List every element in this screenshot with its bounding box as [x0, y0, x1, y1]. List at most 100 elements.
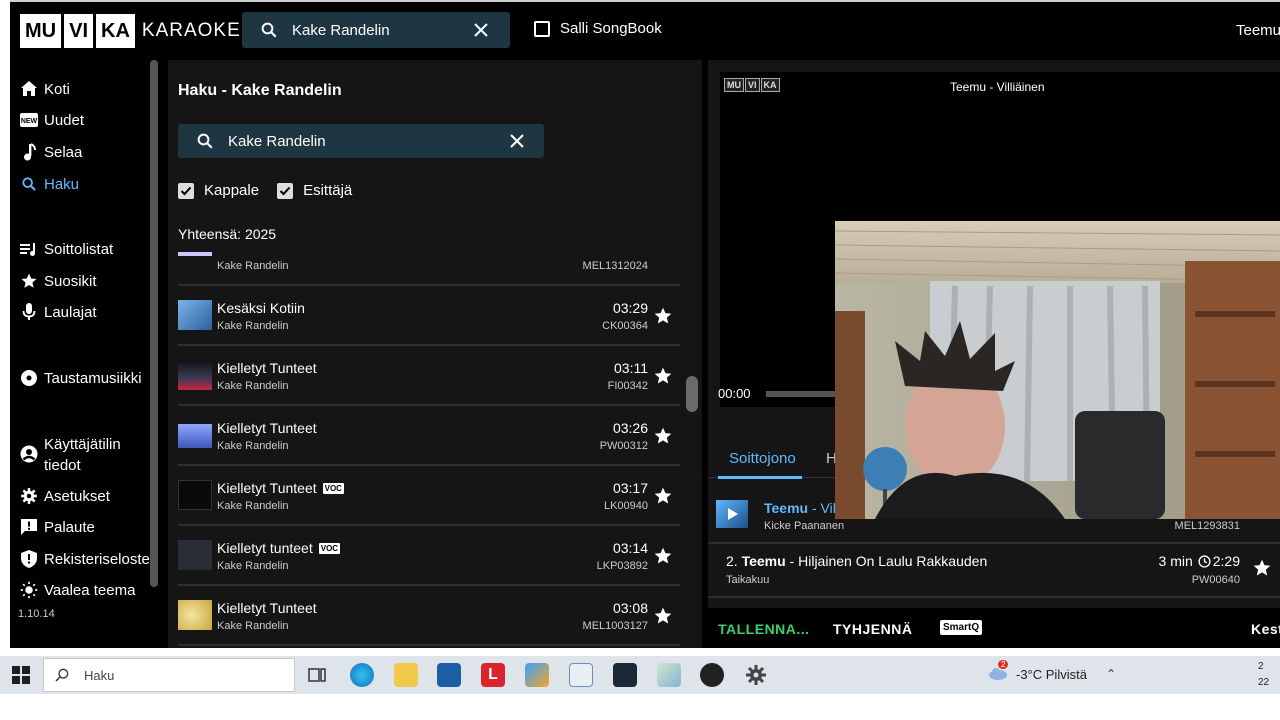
list-item[interactable]: Kielletyt tunteet VOC Kake Randelin 03:14… — [178, 526, 680, 586]
clock-date: 22 — [1258, 677, 1270, 688]
now-playing-title: Teemu - Villiäinen — [950, 80, 1045, 94]
voc-badge: VOC — [318, 542, 341, 554]
below-screen-area — [0, 694, 1280, 720]
sidebar-item-taustamusiikki[interactable]: Taustamusiikki — [20, 369, 142, 387]
sidebar-item-rekisteriseloste[interactable]: Rekisteriseloste — [20, 550, 150, 568]
song-thumbnail — [178, 300, 212, 330]
player-logo-part: VI — [745, 78, 760, 92]
list-item[interactable]: Kielletyt Tunteet VOC Kake Randelin 03:17… — [178, 466, 680, 526]
svg-text:NEW: NEW — [21, 118, 38, 125]
top-search-input[interactable]: Kake Randelin — [242, 12, 510, 48]
sidebar-item-label: Haku — [44, 175, 80, 193]
taskbar-search-placeholder: Haku — [84, 667, 115, 683]
tab-soittojono[interactable]: Soittojono — [729, 450, 796, 467]
steam-icon[interactable] — [613, 663, 637, 687]
song-artist: Kake Randelin — [217, 320, 289, 332]
kappale-checkbox[interactable] — [178, 182, 194, 199]
taskbar-search-input[interactable]: Haku — [43, 658, 295, 692]
search-icon — [20, 175, 38, 193]
list-item[interactable]: Kake Randelin MEL1312024 — [178, 252, 680, 286]
filter-esittaja[interactable]: Esittäjä — [277, 182, 352, 199]
esittaja-checkbox[interactable] — [277, 182, 294, 199]
top-search-value[interactable]: Kake Randelin — [292, 22, 474, 39]
sidebar-item-label: Käyttäjätilin — [44, 436, 121, 453]
chevron-up-icon[interactable]: ⌃ — [1106, 667, 1116, 681]
result-count: Yhteensä: 2025 — [178, 226, 277, 242]
queue-actions: TALLENNA... TYHJENNÄ SmartQ Kest — [708, 608, 1280, 648]
list-item[interactable]: Kielletyt Tunteet Kake Randelin 03:08 ME… — [178, 586, 680, 646]
sidebar-scrollbar-thumb[interactable] — [150, 60, 158, 587]
list-item[interactable]: Kesäksi Kotiin Kake Randelin 03:29 CK003… — [178, 286, 680, 346]
task-view-icon[interactable] — [305, 663, 329, 687]
songbook-checkbox[interactable] — [534, 20, 550, 37]
edge-browser-icon[interactable] — [350, 663, 374, 687]
file-explorer-icon[interactable] — [394, 663, 418, 687]
sidebar-item-label: Laulajat — [44, 303, 97, 321]
settings-gear-icon[interactable] — [744, 663, 768, 687]
search-icon — [197, 133, 213, 149]
sidebar-item-uudet[interactable]: NEW Uudet — [20, 111, 84, 129]
favorite-star-icon[interactable] — [1252, 558, 1272, 578]
result-list: Kake Randelin MEL1312024 Kesäksi Kotiin … — [178, 252, 680, 648]
song-artist: Kake Randelin — [217, 440, 289, 452]
song-title: Kesäksi Kotiin — [217, 300, 305, 316]
list-item[interactable]: Kielletyt Tunteet Kake Randelin 03:11 FI… — [178, 346, 680, 406]
save-queue-button[interactable]: TALLENNA... — [718, 621, 810, 637]
voc-badge: VOC — [322, 482, 344, 494]
results-scrollbar-thumb[interactable] — [686, 376, 698, 412]
favorite-star-icon[interactable] — [653, 426, 673, 446]
clock[interactable]: 2 22 — [1258, 659, 1269, 691]
smartq-button[interactable]: SmartQ — [940, 620, 983, 635]
list-item[interactable]: Kielletyt Tunteet Kake Randelin 03:26 PW… — [178, 406, 680, 466]
sidebar-item-vaalea-teema[interactable]: Vaalea teema — [20, 581, 135, 599]
logo-part-ka: KA — [96, 14, 135, 48]
system-tray[interactable]: ⌃ — [1106, 667, 1116, 681]
mu-vi-ka-logo[interactable]: MU VI KA KARAOKE — [20, 14, 241, 48]
song-duration: 03:11 — [614, 360, 648, 376]
sidebar-item-haku[interactable]: Haku — [20, 175, 79, 193]
disc-icon — [20, 369, 38, 387]
song-duration: 03:14 — [612, 540, 648, 556]
notepad-icon[interactable] — [569, 663, 593, 687]
sidebar-item-asetukset[interactable]: Asetukset — [20, 487, 110, 505]
kesto-button[interactable]: Kest — [1251, 621, 1280, 637]
favorite-star-icon[interactable] — [653, 486, 673, 506]
sidebar-item-kayttajatilin-tiedot[interactable]: Käyttäjätilin tiedot — [20, 434, 121, 476]
feedback-icon — [20, 518, 38, 536]
sidebar-scrollbar[interactable] — [150, 60, 158, 587]
logo-part-mu: MU — [20, 14, 62, 48]
search-input[interactable]: Kake Randelin — [178, 124, 544, 158]
sidebar-item-soittolistat[interactable]: Soittolistat — [20, 240, 113, 258]
weather-widget[interactable]: 2 -3°C Pilvistä — [988, 660, 1087, 683]
favorite-star-icon[interactable] — [653, 606, 673, 626]
app-icon[interactable] — [657, 663, 681, 687]
filter-kappale[interactable]: Kappale — [178, 182, 259, 199]
app-icon[interactable] — [525, 663, 549, 687]
song-title: Kielletyt Tunteet — [217, 420, 317, 436]
windows-start-icon[interactable] — [12, 666, 30, 684]
favorite-star-icon[interactable] — [653, 306, 673, 326]
obs-icon[interactable] — [700, 663, 724, 687]
sidebar-item-label: Uudet — [44, 111, 85, 129]
store-icon[interactable] — [437, 663, 461, 687]
microphone-icon — [20, 303, 38, 321]
song-artist: Kake Randelin — [217, 260, 289, 272]
clear-queue-button[interactable]: TYHJENNÄ — [833, 621, 912, 637]
queue-item[interactable]: 2. Teemu - Hiljainen On Laulu Rakkauden … — [708, 544, 1280, 598]
song-thumbnail — [178, 424, 212, 448]
sidebar-item-laulajat[interactable]: Laulajat — [20, 303, 97, 321]
song-duration: 03:17 — [612, 480, 648, 496]
app-l-icon[interactable]: L — [481, 663, 505, 687]
user-menu[interactable]: Teemu — [1236, 22, 1280, 39]
favorite-star-icon[interactable] — [653, 366, 673, 386]
sidebar-item-palaute[interactable]: Palaute — [20, 518, 95, 536]
search-input-value[interactable]: Kake Randelin — [228, 133, 510, 150]
sidebar-item-label: Rekisteriseloste — [44, 550, 150, 568]
sidebar-item-suosikit[interactable]: Suosikit — [20, 272, 97, 290]
sidebar-item-koti[interactable]: Koti — [20, 80, 70, 98]
favorite-star-icon[interactable] — [653, 546, 673, 566]
salli-songbook-toggle[interactable]: Salli SongBook — [534, 20, 662, 37]
close-icon[interactable] — [510, 134, 524, 148]
close-icon[interactable] — [474, 23, 488, 37]
sidebar-item-selaa[interactable]: Selaa — [20, 143, 82, 161]
